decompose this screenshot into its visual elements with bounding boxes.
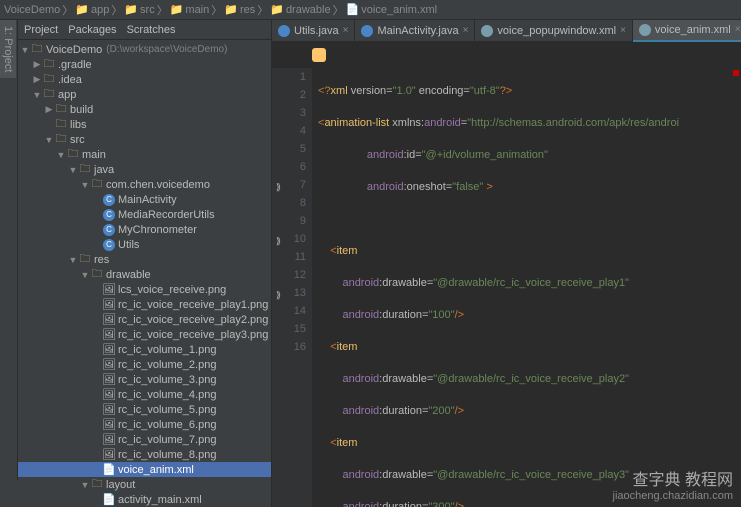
breadcrumb-item[interactable]: voice_anim.xml [361,4,437,16]
breadcrumb-item[interactable]: drawable [286,4,331,16]
tree-file-png[interactable]: 🖼rc_ic_volume_7.png [18,432,271,447]
tree-class[interactable]: CMainActivity [18,192,271,207]
tool-window-tabs: 1: Project [0,20,18,480]
project-panel: Project Packages Scratches ▼🗀VoiceDemo(D… [18,20,272,507]
editor-tab[interactable]: Utils.java× [272,20,355,42]
breadcrumb-item[interactable]: main [185,4,209,16]
tree-file-png[interactable]: 🖼rc_ic_voice_receive_play2.png [18,312,271,327]
view-packages[interactable]: Packages [68,24,116,36]
tree-file-xml[interactable]: 📄activity_main.xml [18,492,271,507]
tree-file-png[interactable]: 🖼lcs_voice_receive.png [18,282,271,297]
breadcrumb-item[interactable]: src [140,4,155,16]
intention-bar [272,42,741,68]
tree-file-png[interactable]: 🖼rc_ic_voice_receive_play1.png [18,297,271,312]
tree-class[interactable]: CMyChronometer [18,222,271,237]
close-icon[interactable]: × [735,24,741,35]
intention-bulb-icon[interactable] [312,48,326,62]
tree-file-png[interactable]: 🖼rc_ic_volume_6.png [18,417,271,432]
editor-tab[interactable]: voice_popupwindow.xml× [475,20,632,42]
editor-tab[interactable]: voice_anim.xml× [633,20,741,42]
code-editor[interactable]: <?xml version="1.0" encoding="utf-8"?> <… [312,68,741,507]
breadcrumb: VoiceDemo〉 📁app〉 📁src〉 📁main〉 📁res〉 📁dra… [0,0,741,20]
tree-folder[interactable]: ▶🗀.gradle [18,57,271,72]
tree-package[interactable]: ▼🗀com.chen.voicedemo [18,177,271,192]
tree-folder[interactable]: ▼🗀layout [18,477,271,492]
editor-tabs: Utils.java× MainActivity.java× voice_pop… [272,20,741,42]
tree-folder[interactable]: ▶🗀.idea [18,72,271,87]
editor-tab[interactable]: MainActivity.java× [355,20,475,42]
gutter: 1 2 3 4 5 6 ⟫7 8 9 ⟫10 11 12 ⟫13 14 15 1… [272,68,312,507]
tree-folder[interactable]: ▼🗀src [18,132,271,147]
tree-folder[interactable]: ▼🗀java [18,162,271,177]
tab-project[interactable]: 1: Project [0,20,16,78]
project-tree: ▼🗀VoiceDemo(D:\workspace\VoiceDemo) ▶🗀.g… [18,40,271,507]
tree-root[interactable]: ▼🗀VoiceDemo(D:\workspace\VoiceDemo) [18,42,271,57]
view-scratches[interactable]: Scratches [127,24,176,36]
breadcrumb-item[interactable]: app [91,4,109,16]
tree-file-png[interactable]: 🖼rc_ic_volume_1.png [18,342,271,357]
close-icon[interactable]: × [343,25,349,36]
tree-file-png[interactable]: 🖼rc_ic_volume_4.png [18,387,271,402]
tree-file-png[interactable]: 🖼rc_ic_volume_2.png [18,357,271,372]
tree-folder[interactable]: ▼🗀main [18,147,271,162]
breadcrumb-item[interactable]: res [240,4,255,16]
view-project[interactable]: Project [24,24,58,36]
tree-file-png[interactable]: 🖼rc_ic_volume_3.png [18,372,271,387]
tree-folder[interactable]: ▼🗀drawable [18,267,271,282]
error-stripe-icon[interactable] [733,70,739,76]
tree-class[interactable]: CMediaRecorderUtils [18,207,271,222]
breadcrumb-item[interactable]: VoiceDemo [4,4,60,16]
editor-area: Utils.java× MainActivity.java× voice_pop… [272,20,741,507]
close-icon[interactable]: × [463,25,469,36]
tree-file-png[interactable]: 🖼rc_ic_voice_receive_play3.png [18,327,271,342]
tree-class[interactable]: CUtils [18,237,271,252]
code-area: 1 2 3 4 5 6 ⟫7 8 9 ⟫10 11 12 ⟫13 14 15 1… [272,68,741,507]
tree-file-xml[interactable]: 📄voice_anim.xml [18,462,271,477]
tree-file-png[interactable]: 🖼rc_ic_volume_8.png [18,447,271,462]
tree-file-png[interactable]: 🖼rc_ic_volume_5.png [18,402,271,417]
close-icon[interactable]: × [620,25,626,36]
tree-folder[interactable]: ▼🗀res [18,252,271,267]
project-header: Project Packages Scratches [18,20,271,40]
